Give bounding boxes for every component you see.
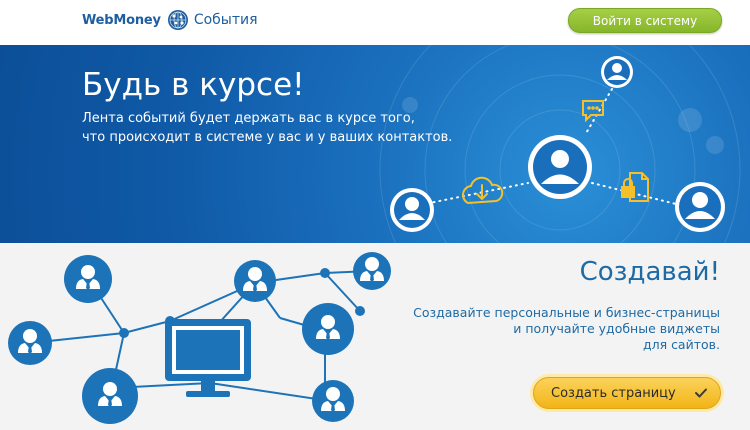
brand-logo[interactable]: WebMoney События: [82, 8, 258, 32]
top-header: WebMoney События Войти в систему: [0, 0, 750, 45]
login-button[interactable]: Войти в систему: [568, 8, 722, 33]
network-illustration: [8, 252, 391, 424]
cloud-download-icon: [462, 176, 504, 205]
brand-section-title: События: [193, 12, 258, 28]
hero-banner: Будь в курсе! Лента событий будет держат…: [0, 45, 750, 243]
checkmark-icon: [695, 388, 707, 398]
hero-description-line-2: что происходит в системе у вас и у ваших…: [82, 130, 453, 145]
user-icon: [675, 182, 725, 232]
brand-name: WebMoney: [82, 12, 161, 28]
page: WebMoney События Войти в систему Будь в …: [0, 0, 750, 430]
create-page-button[interactable]: Создать страницу: [533, 377, 721, 409]
create-title: Создавай!: [579, 257, 720, 287]
hero-title: Будь в курсе!: [82, 67, 305, 103]
create-section: Создавай! Создавайте персональные и бизн…: [0, 243, 750, 430]
create-description-line-2: и получайте удобные виджеты: [513, 321, 720, 336]
create-description-line-1: Создавайте персональные и бизнес-страниц…: [413, 305, 720, 320]
user-icon: [390, 188, 434, 232]
hero-description-line-1: Лента событий будет держать вас в курсе …: [82, 111, 415, 126]
create-description-line-3: для сайтов.: [642, 337, 720, 352]
webmoney-globe-icon: [167, 10, 188, 30]
create-page-button-label: Создать страницу: [551, 385, 676, 401]
user-icon: [601, 56, 633, 88]
user-icon: [528, 135, 592, 199]
